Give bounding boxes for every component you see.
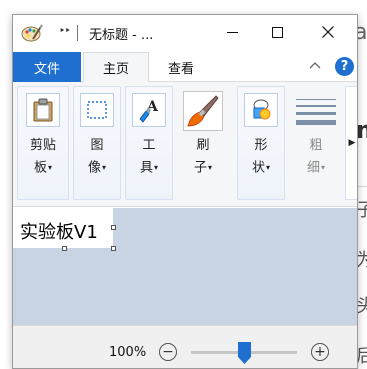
close-icon	[322, 26, 334, 38]
maximize-icon	[271, 26, 283, 38]
resize-handle-corner[interactable]	[111, 246, 116, 251]
chevron-down-icon: ▾	[266, 163, 271, 172]
ribbon-group-label: 剪贴 板▾	[29, 138, 56, 176]
drawing-canvas[interactable]: 实验板V1	[13, 208, 113, 248]
ribbon-group-clipboard[interactable]: 剪贴 板▾	[17, 86, 69, 200]
image-select-icon	[80, 93, 114, 127]
ribbon-group-label: 粗 细▾	[306, 138, 326, 176]
ribbon-group-tools[interactable]: A 工 具▾	[125, 86, 173, 200]
chevron-down-icon: ▾	[154, 163, 159, 172]
collapse-ribbon-icon[interactable]	[309, 60, 321, 72]
ribbon-group-label: 图 像▾	[87, 138, 107, 176]
minimize-icon	[226, 31, 238, 33]
ribbon-group-label: 形 状▾	[251, 138, 271, 176]
brush-icon	[183, 91, 223, 131]
ribbon-group-shapes[interactable]: 形 状▾	[237, 86, 285, 200]
ribbon-group-size[interactable]: 粗 细▾	[289, 86, 343, 200]
zoom-in-button[interactable]: +	[311, 343, 329, 361]
tab-file[interactable]: 文件	[13, 52, 81, 82]
zoom-slider-thumb[interactable]	[237, 342, 251, 364]
title-bar[interactable]: ‣‣ 无标题 - ...	[13, 15, 357, 51]
ribbon-group-image[interactable]: 图 像▾	[73, 86, 121, 200]
tools-icon: A	[132, 93, 166, 127]
close-button[interactable]	[305, 15, 351, 49]
canvas-workspace[interactable]: 实验板V1	[13, 208, 357, 325]
ribbon-scroll-right-button[interactable]: ▶	[345, 86, 357, 200]
zoom-level: 100%	[109, 345, 147, 360]
zoom-out-button[interactable]: −	[159, 343, 177, 361]
window-title: 无标题 - ...	[89, 28, 154, 43]
clipboard-icon	[26, 93, 60, 127]
minimize-button[interactable]	[209, 15, 255, 49]
ribbon-group-brushes[interactable]: 刷 子▾	[177, 86, 229, 200]
paint-window: ‣‣ 无标题 - ... 文件 主页 查看 ? 剪贴 板▾ 图 像▾ A 工 具…	[12, 14, 358, 369]
paint-app-icon[interactable]	[21, 23, 43, 43]
line-size-icon	[296, 97, 336, 127]
chevron-down-icon: ▾	[321, 163, 326, 172]
ribbon-tab-bar: 文件 主页 查看 ?	[13, 52, 357, 83]
ribbon-home: 剪贴 板▾ 图 像▾ A 工 具▾ 刷 子▾ 形 状▾ 粗 细▾ ▶	[13, 82, 357, 207]
canvas-text: 实验板V1	[20, 222, 98, 243]
resize-handle-bottom[interactable]	[62, 246, 67, 251]
ribbon-group-label: 工 具▾	[139, 138, 159, 176]
tab-view[interactable]: 查看	[153, 52, 209, 82]
tab-home[interactable]: 主页	[83, 52, 149, 83]
maximize-button[interactable]	[254, 15, 300, 49]
shapes-icon	[244, 93, 278, 127]
status-bar: 100% − +	[13, 325, 357, 368]
help-icon[interactable]: ?	[335, 57, 354, 76]
title-separator	[77, 25, 78, 41]
ribbon-group-label: 刷 子▾	[193, 138, 213, 176]
chevron-down-icon: ▾	[102, 163, 107, 172]
quick-access-overflow-icon[interactable]: ‣‣	[59, 24, 71, 37]
chevron-down-icon: ▾	[208, 163, 213, 172]
resize-handle-right[interactable]	[111, 225, 116, 230]
chevron-down-icon: ▾	[48, 163, 53, 172]
